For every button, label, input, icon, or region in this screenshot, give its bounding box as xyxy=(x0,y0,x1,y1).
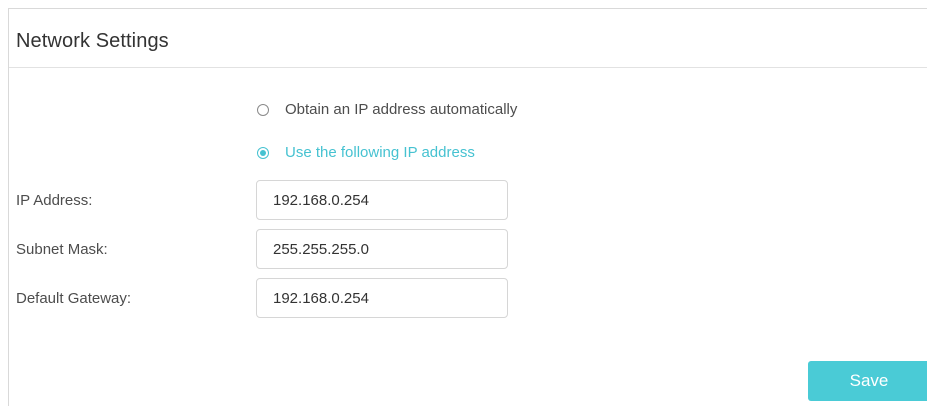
radio-obtain-ip-automatically[interactable]: Obtain an IP address automatically xyxy=(257,101,517,118)
radio-label-use-following-ip: Use the following IP address xyxy=(285,144,475,161)
radio-label-obtain-ip: Obtain an IP address automatically xyxy=(285,101,518,118)
ip-address-label: IP Address: xyxy=(16,192,93,209)
section-title: Network Settings xyxy=(16,30,169,52)
default-gateway-label: Default Gateway: xyxy=(16,290,132,307)
default-gateway-input[interactable] xyxy=(256,278,508,318)
save-button[interactable]: Save xyxy=(808,361,927,401)
title-divider xyxy=(9,67,927,68)
subnet-mask-label: Subnet Mask: xyxy=(16,241,108,258)
ip-address-input[interactable] xyxy=(256,180,508,220)
subnet-mask-input[interactable] xyxy=(256,229,508,269)
radio-checked-icon[interactable] xyxy=(257,146,269,159)
radio-use-following-ip[interactable]: Use the following IP address xyxy=(257,144,475,161)
network-settings-panel: Network Settings Obtain an IP address au… xyxy=(8,8,927,406)
radio-unchecked-icon[interactable] xyxy=(257,103,269,116)
